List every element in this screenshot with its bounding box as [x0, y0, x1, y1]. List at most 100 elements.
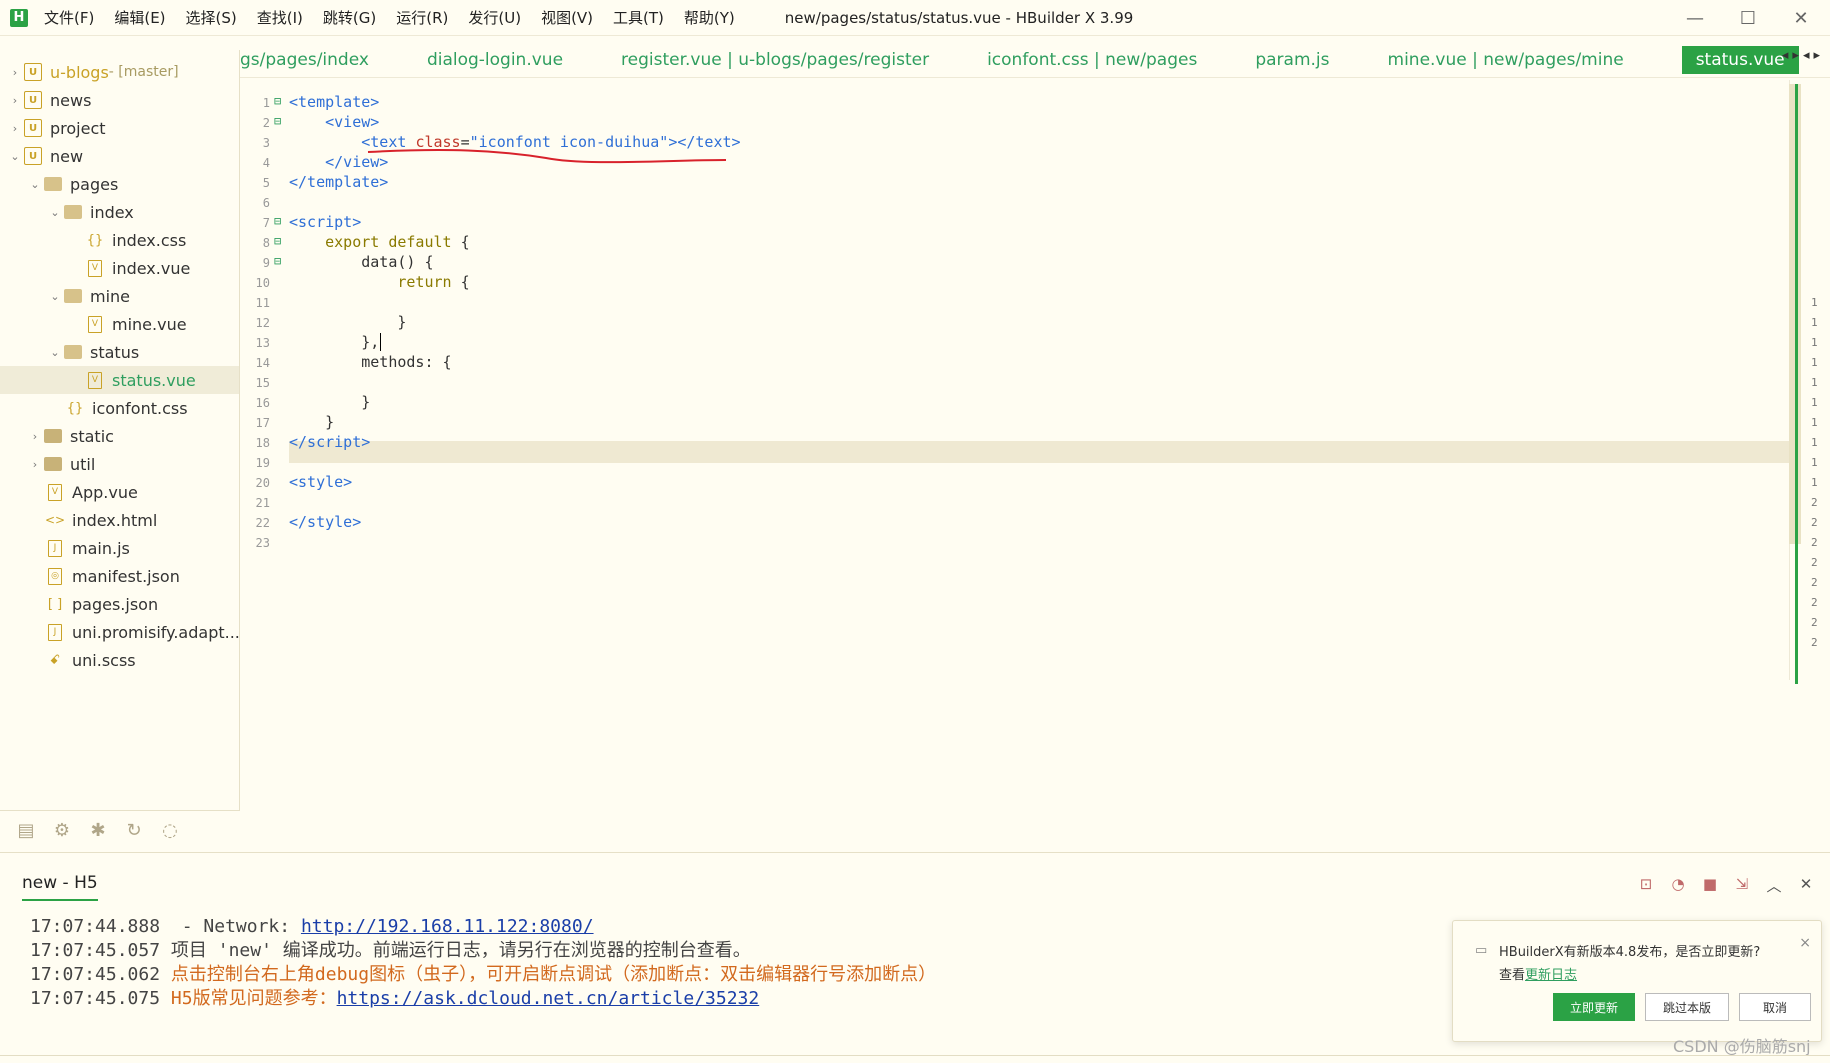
debug-bug-icon[interactable]: ✱ [80, 820, 116, 841]
chevron-down-icon[interactable]: ⌄ [46, 346, 64, 359]
tree-item-iconfont-css[interactable]: {} iconfont.css [66, 394, 188, 422]
changelog-link[interactable]: 更新日志 [1525, 968, 1577, 983]
line-number[interactable]: 19 [240, 456, 270, 470]
close-window-button[interactable]: ✕ [1778, 0, 1824, 36]
skip-version-button[interactable]: 跳过本版 [1645, 993, 1729, 1021]
maximize-button[interactable]: ☐ [1725, 0, 1771, 36]
close-icon[interactable]: × [1799, 935, 1811, 951]
git-icon[interactable]: ↻ [116, 820, 152, 841]
tab-iconfont[interactable]: iconfont.css | new/pages [987, 50, 1197, 70]
minimap[interactable]: 1 1 1 1 1 1 1 1 1 1 2 2 2 2 2 2 2 2 [1806, 80, 1830, 730]
chevron-up-icon[interactable]: ︿ [1764, 875, 1784, 896]
line-number[interactable]: 12 [240, 316, 270, 330]
close-panel-icon[interactable]: ✕ [1796, 875, 1816, 896]
menu-help[interactable]: 帮助(Y) [684, 7, 735, 28]
tree-item-new[interactable]: ⌄ Unew [6, 142, 83, 170]
line-number[interactable]: 6 [240, 196, 270, 210]
theme-icon[interactable]: ◌ [152, 820, 188, 841]
tree-item-app-vue[interactable]: V App.vue [46, 478, 138, 506]
tab-dialog-login[interactable]: dialog-login.vue [427, 50, 563, 70]
line-number[interactable]: 21 [240, 496, 270, 510]
tree-item-status-folder[interactable]: ⌄ status [46, 338, 139, 366]
line-number[interactable]: 4 [240, 156, 270, 170]
menu-find[interactable]: 查找(I) [257, 7, 303, 28]
cancel-button[interactable]: 取消 [1739, 993, 1811, 1021]
chevron-right-icon[interactable]: › [6, 66, 24, 79]
menu-tools[interactable]: 工具(T) [613, 7, 664, 28]
menu-file[interactable]: 文件(F) [44, 7, 94, 28]
tree-item-mine-folder[interactable]: ⌄ mine [46, 282, 130, 310]
refresh-icon[interactable]: ◔ [1668, 875, 1688, 896]
tree-item-index-css[interactable]: {} index.css [86, 226, 187, 254]
line-number[interactable]: 23 [240, 536, 270, 550]
tree-item-uni-scss[interactable]: ꗃ uni.scss [46, 646, 136, 674]
menu-select[interactable]: 选择(S) [186, 7, 237, 28]
line-number[interactable]: 14 [240, 356, 270, 370]
tree-item-pages-json[interactable]: [ ] pages.json [46, 590, 158, 618]
console-tab[interactable]: new - H5 [22, 873, 98, 901]
tree-item-status-vue[interactable]: Vstatus.vue [0, 366, 239, 394]
tree-item-project[interactable]: › Uproject [6, 114, 106, 142]
explorer-icon[interactable]: ▤ [8, 820, 44, 841]
tree-item-pages[interactable]: ⌄ pages [26, 170, 118, 198]
line-number[interactable]: 13 [240, 336, 270, 350]
line-number[interactable]: 1 [240, 96, 270, 110]
line-number[interactable]: 17 [240, 416, 270, 430]
tree-item-index-vue[interactable]: Vindex.vue [86, 254, 190, 282]
line-number[interactable]: 18 [240, 436, 270, 450]
tab-scroll-arrows[interactable]: ◂▸◂▸ [1782, 48, 1824, 63]
line-number[interactable]: 16 [240, 396, 270, 410]
line-number[interactable]: 3 [240, 136, 270, 150]
tab-index[interactable]: gs/pages/index [240, 50, 369, 70]
plugin-icon[interactable]: ⚙ [44, 820, 80, 841]
chevron-right-icon[interactable]: › [6, 94, 24, 107]
tab-register[interactable]: register.vue | u-blogs/pages/register [621, 50, 929, 70]
line-number[interactable]: 5 [240, 176, 270, 190]
fold-toggle-icon[interactable]: ⊟ [274, 214, 281, 228]
tree-item-manifest-json[interactable]: ◎ manifest.json [46, 562, 180, 590]
tree-item-static[interactable]: › static [26, 422, 114, 450]
chevron-right-icon[interactable]: › [26, 458, 44, 471]
menu-edit[interactable]: 编辑(E) [114, 7, 165, 28]
minimize-button[interactable]: — [1672, 0, 1718, 36]
chevron-down-icon[interactable]: ⌄ [46, 206, 64, 219]
fold-toggle-icon[interactable]: ⊟ [274, 94, 281, 108]
line-number[interactable]: 2 [240, 116, 270, 130]
tab-mine[interactable]: mine.vue | new/pages/mine [1388, 50, 1624, 70]
tree-item-index-folder[interactable]: ⌄ index [46, 198, 133, 226]
tree-item-u-blogs[interactable]: › Uu-blogs - [master] [6, 58, 179, 86]
lock-icon[interactable]: ⊡ [1636, 875, 1656, 896]
line-number[interactable]: 10 [240, 276, 270, 290]
chevron-down-icon[interactable]: ⌄ [26, 178, 44, 191]
line-number[interactable]: 7 [240, 216, 270, 230]
chevron-right-icon[interactable]: › [26, 430, 44, 443]
tree-item-news[interactable]: › Unews [6, 86, 92, 114]
tab-param[interactable]: param.js [1255, 50, 1329, 70]
line-number[interactable]: 11 [240, 296, 270, 310]
tree-item-index-html[interactable]: <> index.html [45, 506, 157, 534]
update-now-button[interactable]: 立即更新 [1553, 993, 1635, 1021]
chevron-down-icon[interactable]: ⌄ [6, 150, 24, 163]
chevron-right-icon[interactable]: › [6, 122, 24, 135]
menu-publish[interactable]: 发行(U) [468, 7, 521, 28]
tree-item-uni-promisify[interactable]: Juni.promisify.adapt... [46, 618, 240, 646]
chevron-down-icon[interactable]: ⌄ [46, 290, 64, 303]
tree-item-mine-vue[interactable]: Vmine.vue [86, 310, 187, 338]
export-icon[interactable]: ⇲ [1732, 875, 1752, 896]
line-number[interactable]: 20 [240, 476, 270, 490]
menu-view[interactable]: 视图(V) [541, 7, 593, 28]
line-number[interactable]: 9 [240, 256, 270, 270]
code-editor[interactable]: 1 2 3 4 5 6 7 8 9 10 11 12 13 14 15 16 1… [240, 80, 1790, 810]
line-number[interactable]: 8 [240, 236, 270, 250]
line-number[interactable]: 22 [240, 516, 270, 530]
fold-toggle-icon[interactable]: ⊟ [274, 234, 281, 248]
tree-item-main-js[interactable]: Jmain.js [46, 534, 130, 562]
tree-item-util[interactable]: › util [26, 450, 96, 478]
fold-toggle-icon[interactable]: ⊟ [274, 114, 281, 128]
stop-icon[interactable]: ■ [1700, 875, 1720, 896]
faq-link[interactable]: https://ask.dcloud.net.cn/article/35232 [337, 988, 760, 1009]
menu-run[interactable]: 运行(R) [396, 7, 448, 28]
fold-toggle-icon[interactable]: ⊟ [274, 254, 281, 268]
menu-goto[interactable]: 跳转(G) [323, 7, 376, 28]
network-link[interactable]: http://192.168.11.122:8080/ [301, 916, 594, 937]
